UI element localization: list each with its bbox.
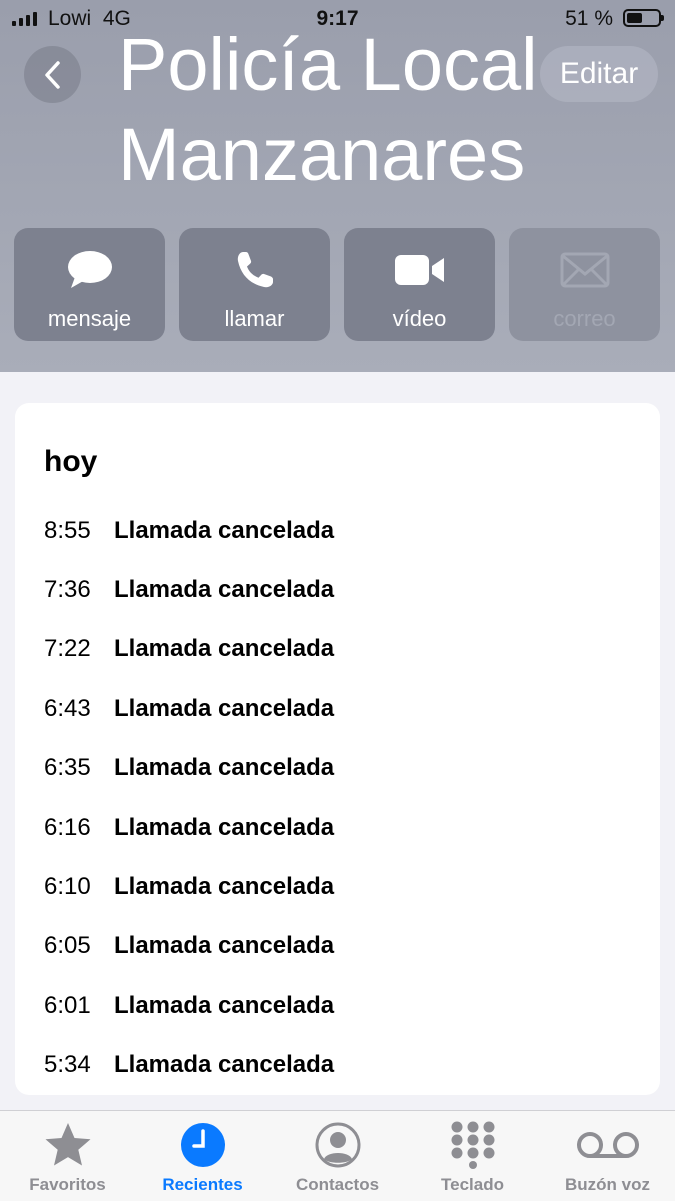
tab-buzon-voz-label: Buzón voz xyxy=(565,1175,650,1194)
tab-bar: Favoritos Recientes Contactos Teclado Bu… xyxy=(0,1110,675,1201)
call-time: 8:55 xyxy=(44,516,91,544)
keypad-icon xyxy=(450,1115,496,1175)
video-camera-icon xyxy=(394,248,446,292)
call-label: llamar xyxy=(224,306,285,331)
call-status: Llamada cancelada xyxy=(114,873,335,901)
call-status: Llamada cancelada xyxy=(114,932,335,960)
call-status: Llamada cancelada xyxy=(114,694,335,722)
call-history-row: 5:34 Llamada cancelada xyxy=(44,1036,334,1095)
tab-teclado[interactable]: Teclado xyxy=(405,1111,540,1201)
call-time: 6:16 xyxy=(44,813,91,841)
call-history-list: 8:55 Llamada cancelada 7:36 Llamada cancela… xyxy=(44,501,334,1095)
mail-label: correo xyxy=(553,306,616,331)
message-label: mensaje xyxy=(47,306,132,331)
call-time: 7:22 xyxy=(44,635,91,663)
tab-contactos[interactable]: Contactos xyxy=(270,1111,405,1201)
call-status: Llamada cancelada xyxy=(114,516,335,544)
call-time: 6:01 xyxy=(44,991,91,1019)
phone-icon xyxy=(235,248,275,292)
video-button[interactable]: vídeo xyxy=(344,228,495,341)
call-history-row: 6:10 Llamada cancelada xyxy=(44,857,334,916)
clock-icon xyxy=(180,1115,226,1175)
message-bubble-icon xyxy=(66,248,114,292)
call-time: 6:43 xyxy=(44,694,91,722)
call-history-date: hoy xyxy=(44,445,98,478)
call-history-row: 7:36 Llamada cancelada xyxy=(44,560,334,619)
call-time: 6:05 xyxy=(44,932,91,960)
chevron-left-icon xyxy=(44,60,60,89)
call-status: Llamada cancelada xyxy=(114,754,335,782)
tab-teclado-label: Teclado xyxy=(441,1175,504,1194)
star-icon xyxy=(43,1115,93,1175)
envelope-icon xyxy=(560,248,610,292)
tab-recientes[interactable]: Recientes xyxy=(135,1111,270,1201)
call-history-row: 6:43 Llamada cancelada xyxy=(44,679,334,738)
message-button[interactable]: mensaje xyxy=(14,228,165,341)
mail-button: correo xyxy=(509,228,660,341)
call-history-row: 6:16 Llamada cancelada xyxy=(44,798,334,857)
call-time: 7:36 xyxy=(44,576,91,604)
call-time: 6:10 xyxy=(44,873,91,901)
call-status: Llamada cancelada xyxy=(114,635,335,663)
contact-header: Lowi 4G 9:17 51 % Policía Local Manzanar… xyxy=(0,0,675,372)
tab-favoritos-label: Favoritos xyxy=(29,1175,106,1194)
tab-recientes-label: Recientes xyxy=(162,1175,243,1194)
call-history-row: 6:35 Llamada cancelada xyxy=(44,739,334,798)
call-time: 6:35 xyxy=(44,754,91,782)
tab-buzon-voz[interactable]: Buzón voz xyxy=(540,1111,675,1201)
back-button[interactable] xyxy=(24,46,81,103)
call-history-row: 6:05 Llamada cancelada xyxy=(44,917,334,976)
call-status: Llamada cancelada xyxy=(114,813,335,841)
call-button[interactable]: llamar xyxy=(179,228,330,341)
contact-actions: mensaje llamar vídeo correo xyxy=(14,228,660,341)
call-status: Llamada cancelada xyxy=(114,576,335,604)
call-status: Llamada cancelada xyxy=(114,991,335,1019)
edit-button[interactable]: Editar xyxy=(540,46,658,102)
call-history-card: hoy 8:55 Llamada cancelada 7:36 Llamada can… xyxy=(15,403,660,1095)
call-history-row: 8:55 Llamada cancelada xyxy=(44,501,334,560)
call-history-row: 6:01 Llamada cancelada xyxy=(44,976,334,1035)
tab-contactos-label: Contactos xyxy=(295,1175,380,1194)
voicemail-icon xyxy=(575,1115,641,1175)
call-history-row: 7:22 Llamada cancelada xyxy=(44,620,334,679)
call-time: 5:34 xyxy=(44,1051,91,1079)
call-status: Llamada cancelada xyxy=(114,1051,335,1079)
person-circle-icon xyxy=(315,1115,361,1175)
video-label: vídeo xyxy=(392,306,447,331)
tab-favoritos[interactable]: Favoritos xyxy=(0,1111,135,1201)
